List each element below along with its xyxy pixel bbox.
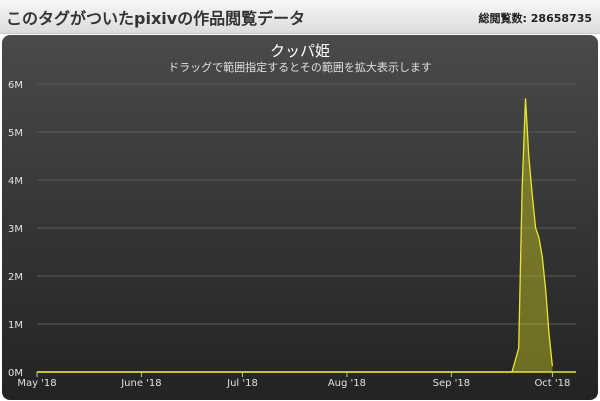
chart-panel[interactable]: クッパ姫 ドラッグで範囲指定するとその範囲を拡大表示します 0M 1M 2M 3M 4M 5M… [2, 35, 598, 400]
x-tick-label: Sep '18 [433, 378, 471, 389]
data-point[interactable] [535, 227, 537, 229]
data-point[interactable] [525, 97, 527, 99]
total-views: 総閲覧数: 28658735 [479, 10, 592, 26]
y-tick-label: 3M [8, 224, 23, 235]
data-point[interactable] [545, 289, 547, 291]
x-tick-label: May '18 [17, 378, 56, 389]
data-point[interactable] [538, 237, 540, 239]
total-views-label: 総閲覧数: [478, 12, 527, 25]
data-point[interactable] [541, 256, 543, 258]
total-views-value: 28658735 [530, 12, 592, 25]
series-line [37, 98, 554, 373]
header-bar: このタグがついたpixivの作品閲覧データ 総閲覧数: 28658735 [0, 0, 600, 34]
y-tick-label: 6M [8, 80, 23, 91]
chart-title: クッパ姫 [270, 42, 330, 60]
chart-subtitle: ドラッグで範囲指定するとその範囲を拡大表示します [168, 60, 432, 74]
series-area [37, 98, 553, 373]
data-point[interactable] [551, 365, 553, 367]
y-tick-label: 2M [8, 272, 23, 283]
data-point[interactable] [518, 347, 520, 349]
y-tick-label: 1M [8, 320, 23, 331]
x-tick-label: June '18 [120, 378, 161, 389]
views-chart[interactable]: クッパ姫ドラッグで範囲指定するとその範囲を拡大表示します0M1M2M3M4M5M… [2, 35, 598, 400]
data-point[interactable] [548, 333, 550, 335]
x-tick-label: Aug '18 [328, 378, 366, 389]
page-title: このタグがついたpixivの作品閲覧データ [6, 9, 306, 28]
y-tick-label: 5M [8, 128, 23, 139]
x-tick-label: Oct '18 [534, 378, 570, 389]
data-point[interactable] [521, 189, 523, 191]
data-point[interactable] [528, 155, 530, 157]
x-tick-label: Jul '18 [226, 378, 258, 389]
y-tick-label: 4M [8, 176, 23, 187]
data-point[interactable] [531, 193, 533, 195]
